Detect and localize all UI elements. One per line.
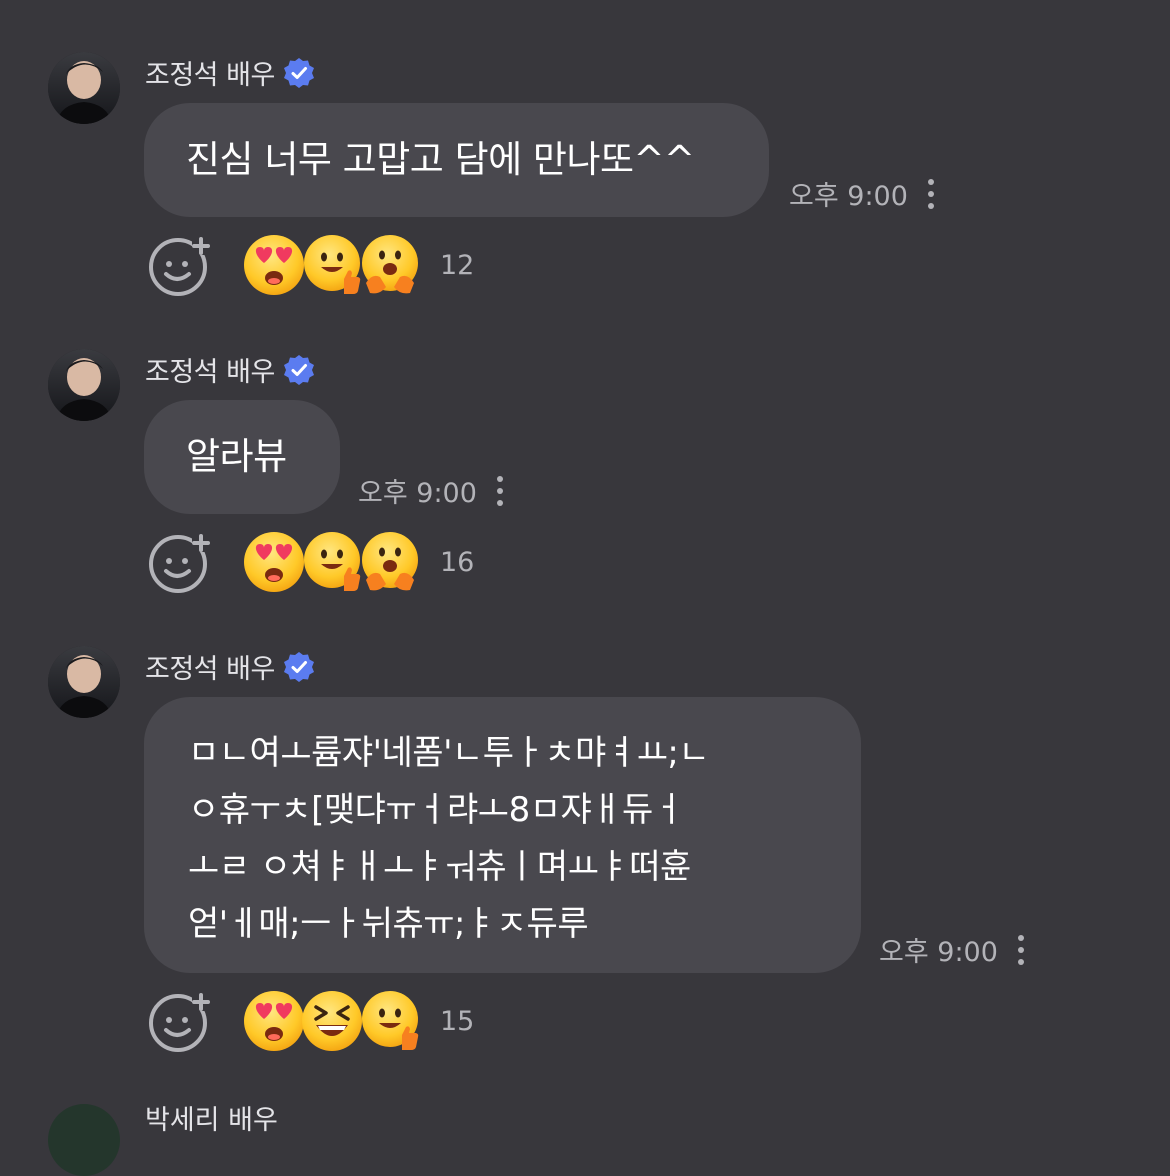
heart-eyes-emoji-icon [244, 532, 304, 592]
message-text-line: 알라뷰 [186, 435, 287, 478]
verified-badge-icon [283, 354, 314, 385]
message-meta: 오후 9:00 [879, 930, 1030, 969]
add-reaction-icon[interactable] [148, 233, 212, 297]
sender-name-text: 조정석 배우 [145, 357, 275, 388]
sender-avatar[interactable] [48, 349, 120, 421]
sender-avatar[interactable] [48, 52, 120, 124]
reaction-count: 15 [440, 1005, 475, 1037]
message-meta: 오후 9:00 [358, 471, 509, 510]
reaction-emojis[interactable] [242, 989, 419, 1053]
message-text-line: 얻'ㅔ매;ㅡㅏ뉘츄ㅠ;ㅑㅈ듀루 [188, 904, 589, 944]
message-text-line: ㅗㄹ ㅇ쳐ㅑㅐㅗㅑㅝ츄ㅣ며ㅛㅑ떠휸 [188, 847, 691, 887]
heart-eyes-emoji-icon [244, 991, 304, 1051]
hugging-face-emoji-icon [362, 532, 418, 591]
reaction-row: 15 [148, 989, 474, 1053]
message-bubble[interactable]: 진심 너무 고맙고 담에 만나또^^ [144, 103, 769, 217]
message-text-line: 진심 너무 고맙고 담에 만나또^^ [186, 138, 695, 181]
reaction-count: 12 [440, 249, 475, 281]
reaction-row: 16 [148, 530, 474, 594]
hugging-face-emoji-icon [362, 235, 418, 294]
thumbs-up-face-emoji-icon [362, 991, 419, 1050]
next-sender-name[interactable]: 박세리 배우 [145, 1098, 278, 1137]
message-time: 오후 9:00 [358, 478, 477, 509]
reaction-emojis[interactable] [242, 530, 418, 594]
verified-badge-icon [283, 651, 314, 682]
message-bubble[interactable]: ㅁㄴ여ㅗ륨쟈'네폼'ㄴ투ㅏㅊ먀ㅕㅛ;ㄴ ㅇ휴ㅜㅊ[맺댜ㅠㅓ랴ㅗ8ㅁ쟈ㅐ듀ㅓ ㅗㄹ… [144, 697, 861, 973]
message-time: 오후 9:00 [789, 181, 908, 212]
reaction-count: 16 [440, 546, 475, 578]
heart-eyes-emoji-icon [244, 235, 304, 295]
thumbs-up-face-emoji-icon [304, 532, 361, 591]
sender-avatar[interactable] [48, 646, 120, 718]
more-options-icon[interactable] [1012, 933, 1030, 967]
sender-name-text: 조정석 배우 [145, 60, 275, 91]
reaction-row: 12 [148, 233, 474, 297]
message-meta: 오후 9:00 [789, 174, 940, 213]
more-options-icon[interactable] [491, 474, 509, 508]
sender-name[interactable]: 조정석 배우 [145, 647, 315, 686]
add-reaction-icon[interactable] [148, 530, 212, 594]
next-sender-avatar[interactable] [48, 1104, 120, 1176]
reaction-emojis[interactable] [242, 233, 418, 297]
verified-badge-icon [283, 57, 314, 88]
more-options-icon[interactable] [922, 177, 940, 211]
laughing-face-emoji-icon [302, 991, 362, 1051]
add-reaction-icon[interactable] [148, 989, 212, 1053]
message-text-line: ㅁㄴ여ㅗ륨쟈'네폼'ㄴ투ㅏㅊ먀ㅕㅛ;ㄴ [188, 733, 710, 773]
message-time: 오후 9:00 [879, 937, 998, 968]
message-text-line: ㅇ휴ㅜㅊ[맺댜ㅠㅓ랴ㅗ8ㅁ쟈ㅐ듀ㅓ [188, 790, 684, 830]
thumbs-up-face-emoji-icon [304, 235, 361, 294]
sender-name[interactable]: 조정석 배우 [145, 53, 315, 92]
message-bubble[interactable]: 알라뷰 [144, 400, 340, 514]
sender-name-text: 조정석 배우 [145, 654, 275, 685]
sender-name[interactable]: 조정석 배우 [145, 350, 315, 389]
